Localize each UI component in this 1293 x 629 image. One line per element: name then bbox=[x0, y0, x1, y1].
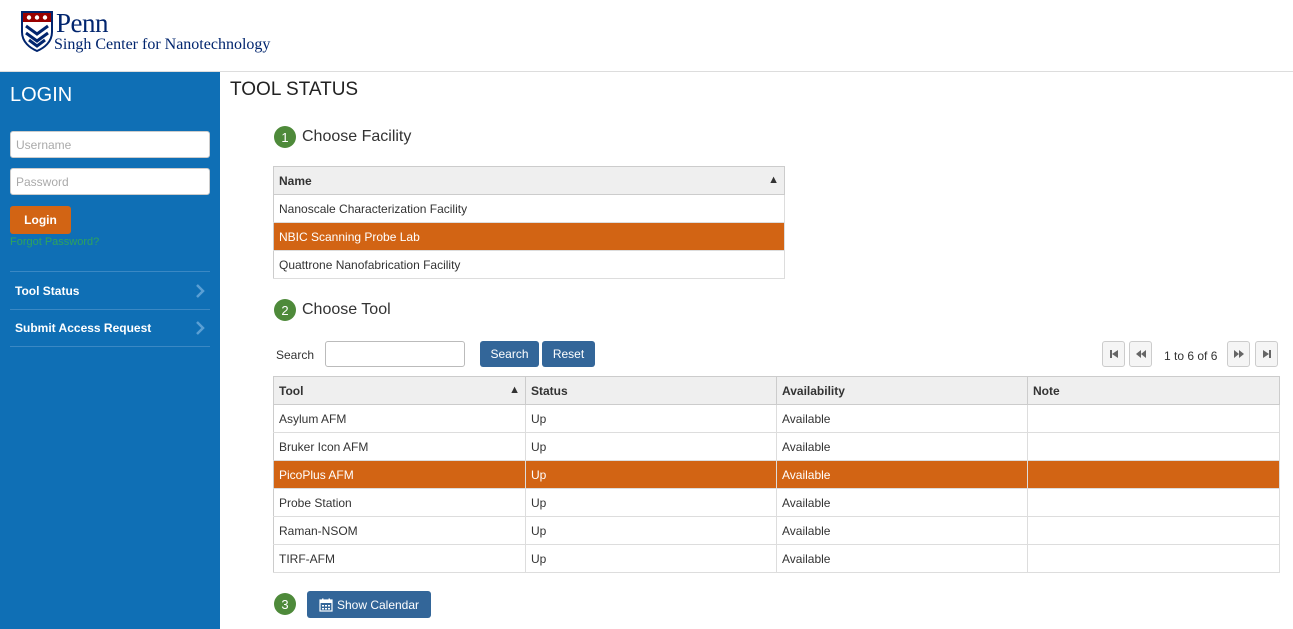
cell-tool: Probe Station bbox=[273, 488, 526, 517]
cell-availability: Available bbox=[776, 432, 1028, 461]
search-button[interactable]: Search bbox=[480, 341, 539, 367]
calendar-icon bbox=[319, 598, 333, 612]
cell-availability: Available bbox=[776, 488, 1028, 517]
sidebar-item-submit-access-request[interactable]: Submit Access Request bbox=[10, 309, 210, 347]
cell-status: Up bbox=[525, 544, 777, 573]
step-show-calendar: 3 bbox=[274, 593, 302, 615]
table-cell: Quattrone Nanofabrication Facility bbox=[273, 250, 785, 279]
cell-tool: PicoPlus AFM bbox=[273, 460, 526, 489]
step-number-badge: 1 bbox=[274, 126, 296, 148]
step-label: Choose Tool bbox=[302, 301, 391, 318]
next-page-icon bbox=[1233, 350, 1244, 358]
column-header-name[interactable]: Name ▲ bbox=[273, 166, 785, 195]
search-input[interactable] bbox=[325, 341, 465, 367]
step-number-badge: 2 bbox=[274, 299, 296, 321]
first-page-icon bbox=[1109, 350, 1118, 358]
table-row[interactable]: Raman-NSOM Up Available bbox=[273, 516, 1280, 545]
forgot-password-link[interactable]: Forgot Password? bbox=[10, 236, 99, 248]
sidebar-item-label: Tool Status bbox=[15, 283, 80, 298]
page-title: TOOL STATUS bbox=[230, 79, 359, 100]
step-label: Choose Facility bbox=[302, 128, 412, 145]
previous-page-button[interactable] bbox=[1129, 341, 1152, 367]
sort-ascending-icon: ▲ bbox=[768, 173, 779, 186]
column-header-availability[interactable]: Availability bbox=[776, 376, 1028, 405]
table-cell: NBIC Scanning Probe Lab bbox=[273, 222, 785, 251]
sidebar-item-label: Submit Access Request bbox=[15, 321, 152, 335]
cell-tool: TIRF-AFM bbox=[273, 544, 526, 573]
cell-tool: Bruker Icon AFM bbox=[273, 432, 526, 461]
column-header-note[interactable]: Note bbox=[1027, 376, 1280, 405]
penn-logo[interactable]: Penn Singh Center for Nanotechnology bbox=[20, 10, 270, 54]
step-number-badge: 3 bbox=[274, 593, 296, 615]
cell-status: Up bbox=[525, 432, 777, 461]
show-calendar-label: Show Calendar bbox=[336, 597, 420, 612]
cell-note bbox=[1027, 460, 1280, 489]
table-row[interactable]: Asylum AFM Up Available bbox=[273, 404, 1280, 433]
search-label: Search bbox=[276, 348, 315, 362]
column-header-tool[interactable]: Tool ▲ bbox=[273, 376, 526, 405]
login-button[interactable]: Login bbox=[10, 206, 71, 234]
table-row[interactable]: Bruker Icon AFM Up Available bbox=[273, 432, 1280, 461]
penn-shield-icon bbox=[21, 11, 53, 52]
reset-button[interactable]: Reset bbox=[542, 341, 595, 367]
sidebar-item-tool-status[interactable]: Tool Status bbox=[10, 271, 210, 309]
tool-table: Tool ▲ Status Availability Note Asylum AF… bbox=[273, 376, 1280, 573]
page-header: Penn Singh Center for Nanotechnology bbox=[0, 0, 1293, 72]
logo-title: Penn bbox=[56, 8, 109, 38]
password-input[interactable] bbox=[10, 168, 210, 195]
previous-page-icon bbox=[1135, 350, 1146, 358]
cell-note bbox=[1027, 488, 1280, 517]
cell-availability: Available bbox=[776, 544, 1028, 573]
cell-tool: Raman-NSOM bbox=[273, 516, 526, 545]
table-row[interactable]: Probe Station Up Available bbox=[273, 488, 1280, 517]
cell-tool: Asylum AFM bbox=[273, 404, 526, 433]
step-choose-facility: 1 Choose Facility bbox=[274, 126, 411, 148]
table-row[interactable]: Quattrone Nanofabrication Facility bbox=[273, 250, 785, 279]
table-row[interactable]: TIRF-AFM Up Available bbox=[273, 544, 1280, 573]
table-row[interactable]: Nanoscale Characterization Facility bbox=[273, 194, 785, 223]
sidebar-nav: Tool Status Submit Access Request bbox=[10, 271, 210, 347]
cell-status: Up bbox=[525, 460, 777, 489]
first-page-button[interactable] bbox=[1102, 341, 1125, 367]
logo-subtitle: Singh Center for Nanotechnology bbox=[54, 36, 271, 53]
step-choose-tool: 2 Choose Tool bbox=[274, 299, 391, 321]
cell-status: Up bbox=[525, 488, 777, 517]
pager-status: 1 to 6 of 6 bbox=[1164, 349, 1218, 363]
table-cell: Nanoscale Characterization Facility bbox=[273, 194, 785, 223]
table-row-selected[interactable]: PicoPlus AFM Up Available bbox=[273, 460, 1280, 489]
cell-status: Up bbox=[525, 404, 777, 433]
cell-availability: Available bbox=[776, 516, 1028, 545]
sort-ascending-icon: ▲ bbox=[509, 383, 520, 396]
show-calendar-button[interactable]: Show Calendar bbox=[307, 591, 431, 618]
cell-note bbox=[1027, 516, 1280, 545]
cell-note bbox=[1027, 544, 1280, 573]
next-page-button[interactable] bbox=[1227, 341, 1250, 367]
cell-status: Up bbox=[525, 516, 777, 545]
cell-availability: Available bbox=[776, 404, 1028, 433]
login-title: LOGIN bbox=[10, 84, 73, 106]
main-content: TOOL STATUS 1 Choose Facility Name ▲ Nano… bbox=[220, 72, 1293, 629]
last-page-icon bbox=[1262, 350, 1271, 358]
table-row-selected[interactable]: NBIC Scanning Probe Lab bbox=[273, 222, 785, 251]
sidebar: LOGIN Login Forgot Password? Tool Status… bbox=[0, 72, 220, 629]
last-page-button[interactable] bbox=[1255, 341, 1278, 367]
cell-note bbox=[1027, 404, 1280, 433]
username-input[interactable] bbox=[10, 131, 210, 158]
facility-table: Name ▲ Nanoscale Characterization Facilit… bbox=[273, 166, 785, 279]
cell-note bbox=[1027, 432, 1280, 461]
chevron-right-icon bbox=[196, 283, 205, 298]
cell-availability: Available bbox=[776, 460, 1028, 489]
chevron-right-icon bbox=[196, 321, 205, 335]
column-header-status[interactable]: Status bbox=[525, 376, 777, 405]
